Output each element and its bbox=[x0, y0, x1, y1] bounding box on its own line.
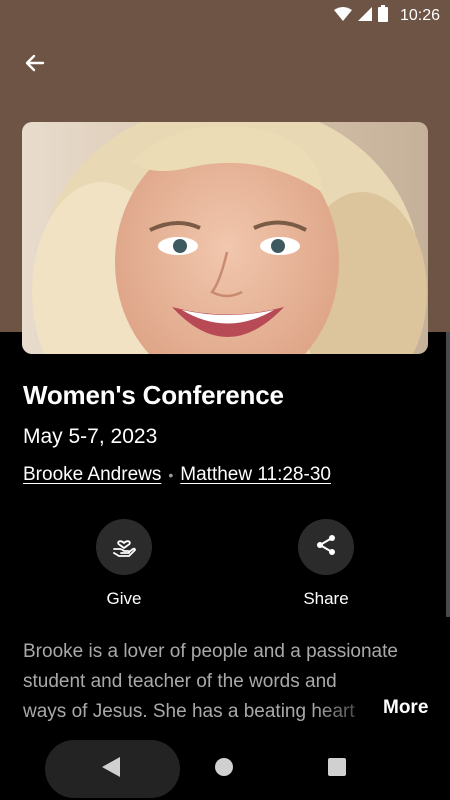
scripture-link[interactable]: Matthew 11:28-30 bbox=[180, 464, 331, 486]
battery-icon bbox=[377, 5, 388, 27]
status-time: 10:26 bbox=[399, 7, 440, 24]
give-button[interactable]: Give bbox=[79, 519, 169, 609]
more-button[interactable]: More bbox=[381, 697, 429, 719]
event-title: Women's Conference bbox=[23, 380, 284, 410]
share-icon bbox=[314, 533, 338, 562]
share-button[interactable]: Share bbox=[281, 519, 371, 609]
nav-back-icon[interactable] bbox=[98, 754, 122, 785]
event-description: Brooke is a lover of people and a passio… bbox=[23, 637, 423, 727]
arrow-left-icon bbox=[23, 51, 47, 80]
give-label: Give bbox=[106, 589, 142, 608]
heart-hand-icon bbox=[111, 532, 137, 563]
back-button[interactable] bbox=[18, 48, 52, 82]
status-bar: 10:26 bbox=[0, 0, 450, 32]
give-button-circle[interactable] bbox=[96, 519, 152, 575]
share-button-circle[interactable] bbox=[298, 519, 354, 575]
event-meta: Brooke Andrews • Matthew 11:28-30 bbox=[23, 464, 331, 486]
scrollbar[interactable] bbox=[446, 332, 450, 617]
share-label: Share bbox=[303, 589, 349, 608]
speaker-portrait-image bbox=[22, 122, 428, 354]
nav-home-icon[interactable] bbox=[215, 758, 233, 776]
nav-recents-icon[interactable] bbox=[328, 758, 346, 776]
system-nav-bar bbox=[0, 738, 450, 800]
description-line-2: student and teacher of the words and bbox=[23, 671, 337, 692]
event-date: May 5-7, 2023 bbox=[23, 425, 158, 448]
speaker-link[interactable]: Brooke Andrews bbox=[23, 464, 161, 486]
cellular-signal-icon bbox=[357, 6, 372, 26]
description-line-1: Brooke is a lover of people and a passio… bbox=[23, 641, 398, 662]
meta-separator: • bbox=[168, 467, 174, 483]
wifi-icon bbox=[333, 6, 352, 26]
